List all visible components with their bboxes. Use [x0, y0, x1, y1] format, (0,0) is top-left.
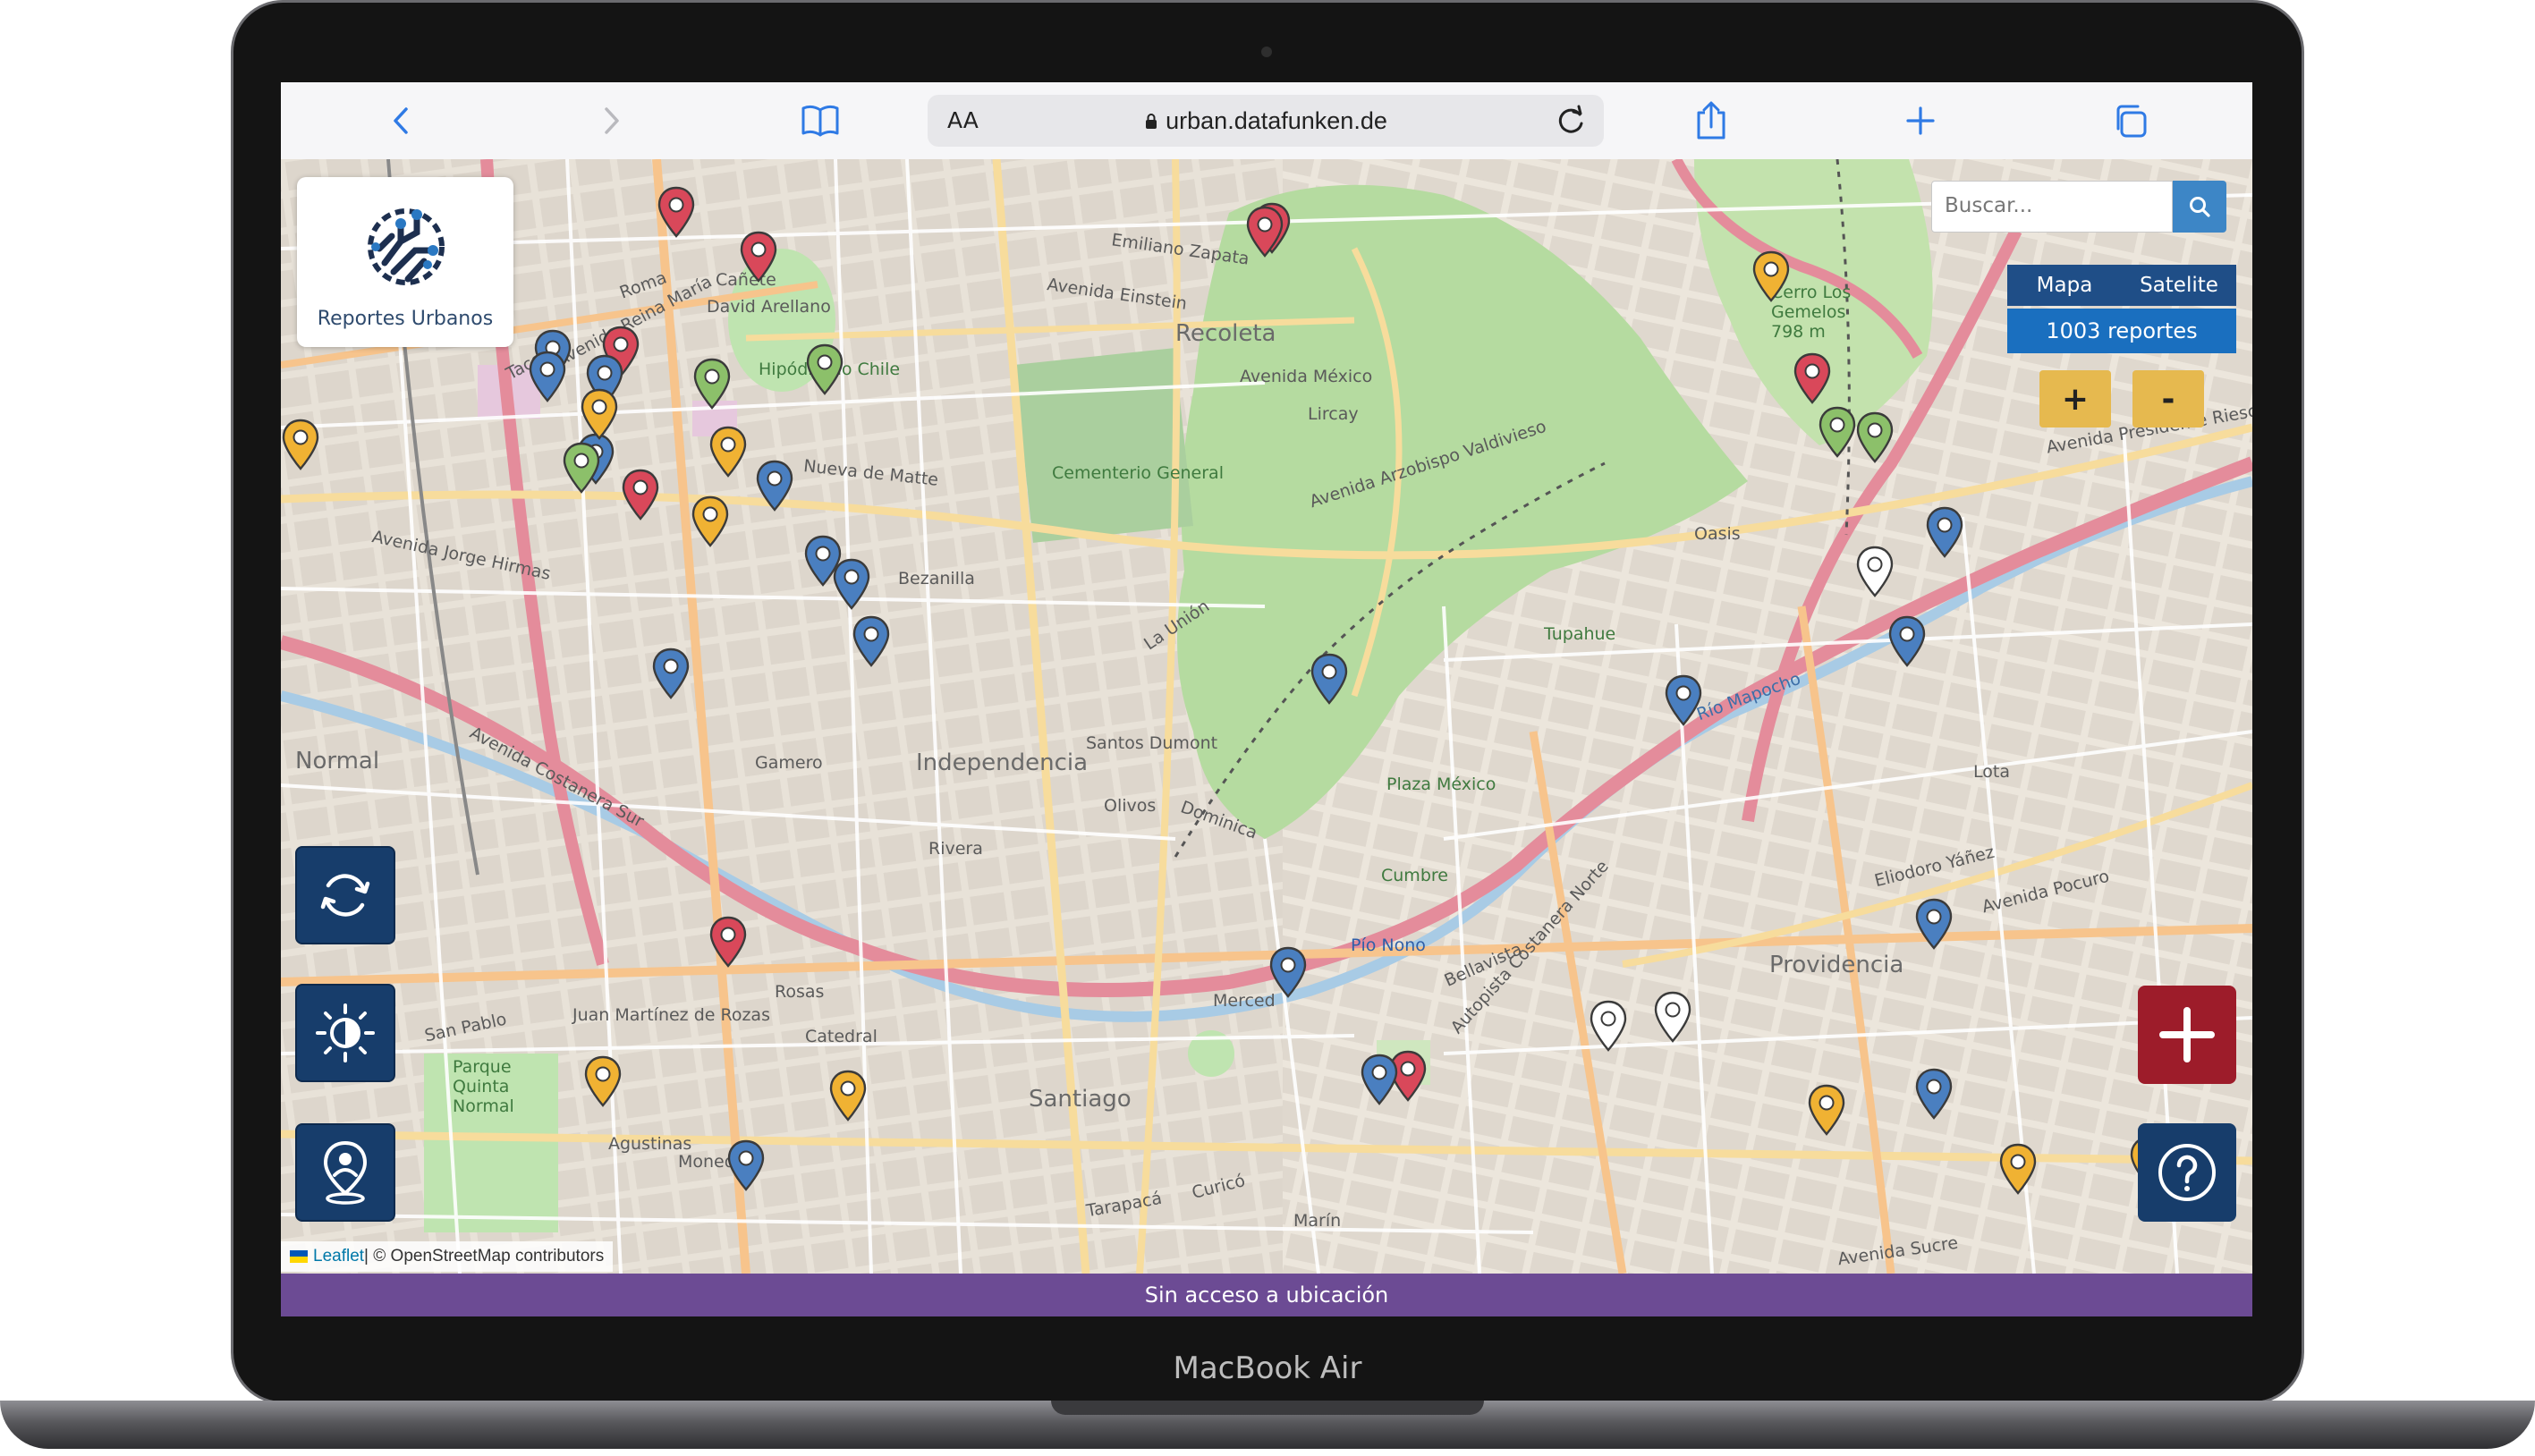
lock-icon [1146, 114, 1157, 129]
camera [1261, 47, 1272, 57]
report-marker-white[interactable] [1855, 546, 1895, 597]
report-marker-blue[interactable] [651, 648, 691, 699]
screen: AA urban.datafunken.de Santiago Independ… [281, 82, 2252, 1316]
report-marker-blue[interactable] [1925, 506, 1964, 558]
tabs-overview-icon[interactable] [2107, 98, 2152, 143]
report-marker-red[interactable] [1793, 352, 1832, 404]
browser-toolbar: AA urban.datafunken.de [281, 82, 2252, 160]
report-marker-orange[interactable] [1807, 1084, 1846, 1136]
search-box [1931, 181, 2173, 233]
search-icon [2190, 197, 2210, 217]
layer-map-button[interactable]: Mapa [2007, 274, 2122, 297]
report-marker-green[interactable] [692, 358, 732, 410]
report-marker-blue[interactable] [528, 351, 567, 402]
zoom-in-button[interactable]: + [2039, 370, 2111, 427]
plus-icon [2159, 1007, 2215, 1062]
zoom-out-button[interactable]: - [2132, 370, 2204, 427]
layer-switch: Mapa Satelite [2007, 265, 2236, 306]
report-marker-blue[interactable] [852, 615, 891, 667]
ukraine-flag-icon [290, 1250, 308, 1263]
sun-moon-icon [316, 1003, 375, 1062]
report-count: 1003 reportes [2007, 309, 2236, 353]
report-marker-orange[interactable] [828, 1070, 868, 1122]
app-title: Reportes Urbanos [317, 308, 494, 330]
back-icon[interactable] [379, 98, 424, 143]
report-marker-blue[interactable] [832, 558, 871, 610]
report-marker-orange[interactable] [583, 1055, 623, 1107]
share-icon[interactable] [1689, 98, 1734, 143]
report-marker-blue[interactable] [1268, 946, 1308, 998]
location-status-bar: Sin acceso a ubicación [281, 1274, 2252, 1316]
app-logo-icon [361, 200, 449, 297]
reload-icon[interactable] [1552, 102, 1590, 140]
report-marker-green[interactable] [1855, 411, 1895, 463]
theme-toggle-button[interactable] [295, 984, 395, 1082]
device-brand: MacBook Air [1173, 1350, 1362, 1386]
report-marker-orange[interactable] [281, 419, 320, 470]
report-marker-blue[interactable] [1887, 615, 1927, 667]
add-report-button[interactable] [2138, 986, 2236, 1084]
report-marker-green[interactable] [562, 442, 601, 494]
forward-icon[interactable] [589, 98, 633, 143]
refresh-icon [320, 874, 370, 917]
map-view[interactable]: Santiago Independencia Recoleta Providen… [281, 159, 2252, 1274]
report-marker-blue[interactable] [1914, 898, 1954, 950]
url-display[interactable]: urban.datafunken.de [928, 107, 1604, 135]
refresh-button[interactable] [295, 846, 395, 944]
layer-satellite-button[interactable]: Satelite [2122, 274, 2236, 297]
report-marker-blue[interactable] [1914, 1068, 1954, 1120]
report-marker-green[interactable] [1818, 406, 1857, 458]
bookmarks-icon[interactable] [798, 98, 843, 143]
report-marker-orange[interactable] [708, 426, 748, 478]
report-marker-white[interactable] [1589, 1000, 1628, 1052]
report-marker-orange[interactable] [691, 495, 730, 547]
search-input[interactable] [1932, 182, 2172, 230]
report-marker-white[interactable] [1653, 991, 1692, 1043]
leaflet-link[interactable]: Leaflet [313, 1247, 364, 1266]
app-logo-card[interactable]: Reportes Urbanos [297, 177, 513, 347]
help-button[interactable] [2138, 1123, 2236, 1222]
report-marker-blue[interactable] [726, 1139, 766, 1191]
report-marker-blue[interactable] [755, 460, 794, 512]
map-attribution: Leaflet | © OpenStreetMap contributors [281, 1241, 614, 1272]
user-location-icon [323, 1140, 368, 1205]
report-marker-orange[interactable] [1751, 250, 1791, 302]
url-text: urban.datafunken.de [1166, 107, 1387, 134]
report-markers [281, 159, 2252, 1274]
report-marker-orange[interactable] [580, 388, 619, 440]
report-marker-red[interactable] [1245, 206, 1284, 258]
search-button[interactable] [2173, 181, 2226, 233]
report-marker-red[interactable] [708, 916, 748, 968]
help-icon [2158, 1144, 2216, 1201]
report-marker-blue[interactable] [1664, 674, 1703, 726]
report-marker-orange[interactable] [1998, 1143, 2038, 1195]
report-marker-red[interactable] [621, 469, 660, 521]
new-tab-icon[interactable] [1898, 98, 1943, 143]
report-marker-red[interactable] [739, 231, 778, 283]
osm-attribution: | © OpenStreetMap contributors [364, 1247, 605, 1266]
locate-me-button[interactable] [295, 1123, 395, 1222]
report-marker-green[interactable] [805, 343, 844, 395]
report-marker-blue[interactable] [1360, 1054, 1399, 1105]
address-bar[interactable]: AA urban.datafunken.de [928, 95, 1604, 147]
report-marker-blue[interactable] [1310, 653, 1349, 705]
laptop-notch [1051, 1401, 1484, 1415]
report-marker-red[interactable] [657, 186, 696, 238]
